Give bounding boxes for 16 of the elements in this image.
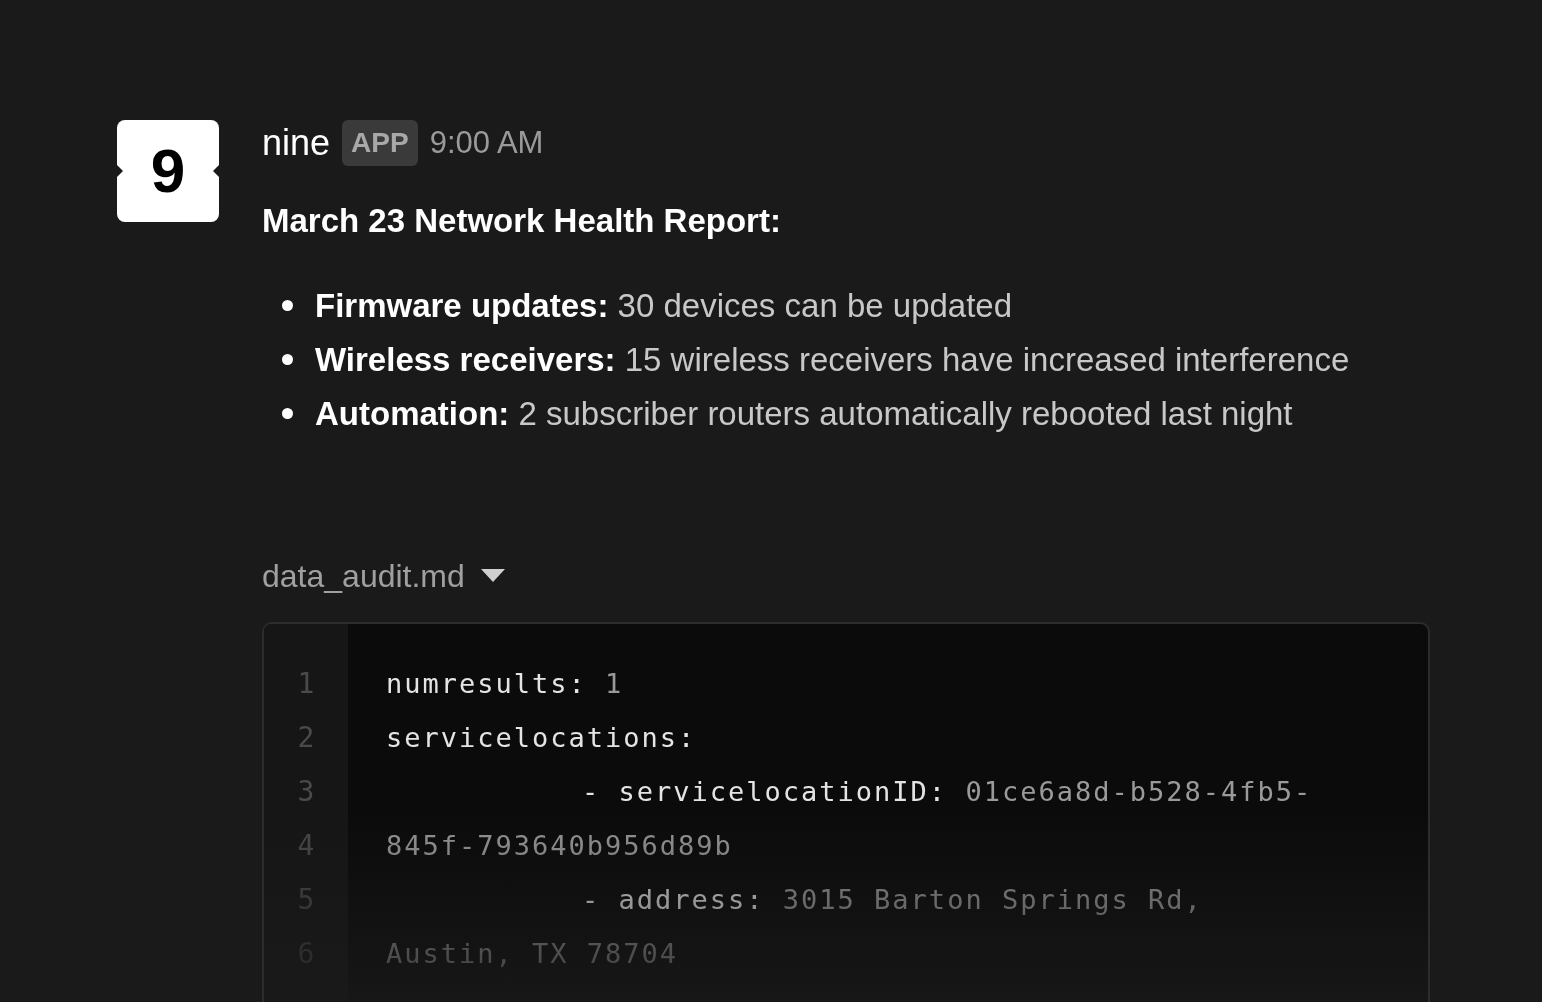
code-line: - servicelocationID: 01ce6a8d-b528-4fb5- xyxy=(581,774,1313,809)
file-toggle[interactable]: data_audit.md xyxy=(262,551,505,600)
bullet-text: Wireless receivers: 15 wireless receivers have increased interference xyxy=(315,339,1350,380)
logo: 9 xyxy=(117,120,219,222)
caret-icon xyxy=(480,568,505,583)
app-badge: APP xyxy=(342,120,418,166)
sender-name: nine xyxy=(262,121,331,165)
bullet-text: Firmware updates: 30 devices can be updated xyxy=(315,285,1013,326)
code-line: servicelocations: xyxy=(386,720,698,755)
code-line: Austin, TX 78704 xyxy=(386,936,680,971)
report-title: March 23 Network Health Report: xyxy=(262,201,782,241)
code-line: - address: 3015 Barton Springs Rd, xyxy=(581,882,1204,917)
timestamp: 9:00 AM xyxy=(429,123,544,162)
code-line: 845f-793640b956d89b xyxy=(386,828,734,863)
bullet-text: Automation: 2 subscriber routers automatically rebooted last night xyxy=(315,393,1293,434)
code-line: numresults: 1 xyxy=(386,666,625,701)
